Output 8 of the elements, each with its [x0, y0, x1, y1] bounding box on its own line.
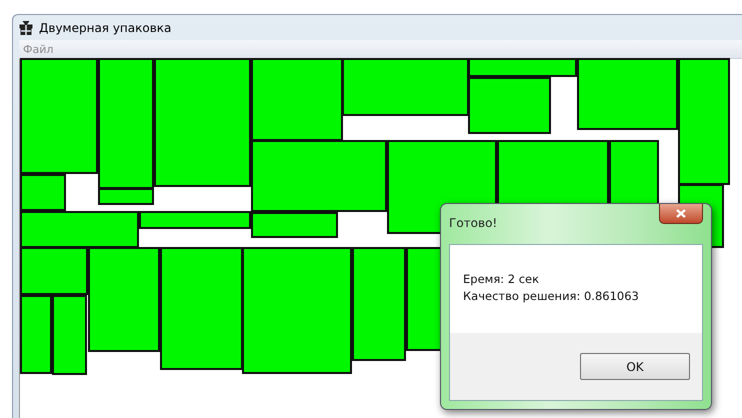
- close-icon: [676, 209, 686, 218]
- close-button[interactable]: [659, 204, 703, 224]
- message-text: Еремя: 2 сек: [463, 271, 540, 288]
- gift-icon: [19, 20, 33, 34]
- message-text: Качество решения: 0.861063: [463, 288, 640, 305]
- ok-button[interactable]: OK: [580, 353, 690, 380]
- dialog-title: Готово!: [449, 216, 498, 230]
- window-title: Двумерная упаковка: [39, 20, 172, 34]
